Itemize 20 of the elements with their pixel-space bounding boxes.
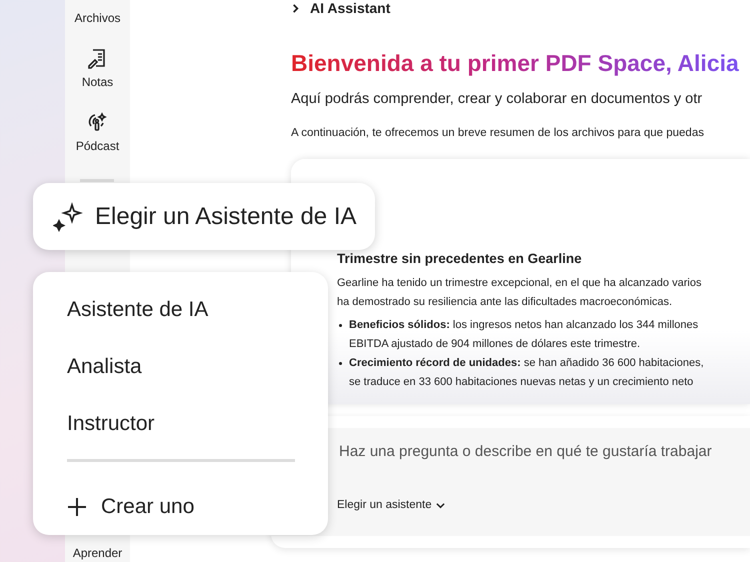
sidebar-label[interactable]: Archivos: [74, 11, 120, 25]
assistant-dropdown[interactable]: Elegir un asistente: [337, 499, 445, 511]
assistant-button[interactable]: Elegir un Asistente de IA: [33, 183, 375, 250]
chevron-icon[interactable]: [291, 4, 300, 12]
intro-text: A continuación, te ofrecemos un breve resumen de los archivos para que puedas: [291, 127, 705, 139]
menu-item[interactable]: Analista: [67, 351, 295, 408]
summary-heading: Trimestre sin precedentes en Gearline: [337, 251, 583, 266]
sidebar-label[interactable]: Pódcast: [76, 139, 120, 153]
bullet-item: Beneficios sólidos: los ingresos netos han alcanzado los 344 millones EBITDA ajustado de 904 millones de dólares este trimestre.: [337, 316, 750, 354]
caret-icon: [436, 500, 445, 510]
summary-paragraph: Gearline ha tenido un trimestre excepcional, en el que ha alcanzado varios ha demostrado su resiliencia ante las dificultades macroeconómicas.: [337, 276, 702, 310]
sidebar-label[interactable]: Notas: [82, 75, 114, 89]
plus-icon: [67, 496, 87, 516]
sparkle-icon: [53, 202, 83, 232]
bullet-item: Crecimiento récord de unidades: se han añadido 36 600 habitaciones, se traduce en 33 600 habitaciones nuevas netas y un crecimiento neto: [337, 354, 750, 392]
page-title: AI Assistant: [310, 0, 390, 16]
welcome-subtitle: Aquí podrás comprender, crear y colaborar en documentos y otr: [291, 91, 704, 107]
menu-item[interactable]: Asistente de IA: [67, 294, 295, 351]
podcast-icon[interactable]: [86, 111, 108, 133]
sidebar-label[interactable]: Aprender: [72, 546, 122, 560]
